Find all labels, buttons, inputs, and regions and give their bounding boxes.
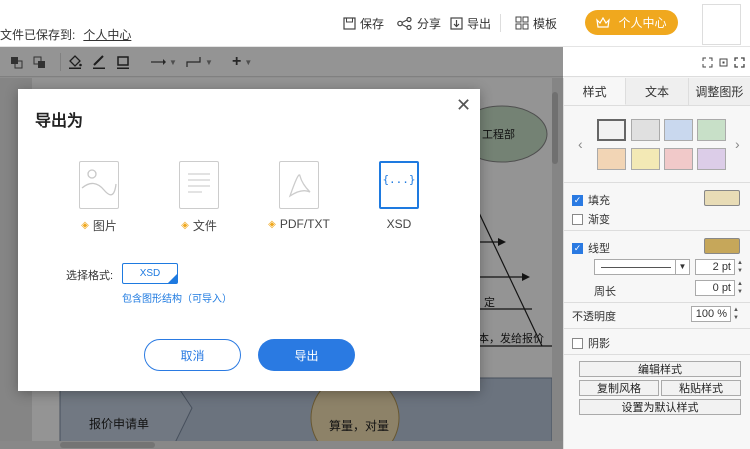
style-swatch-3[interactable] bbox=[664, 119, 693, 141]
save-icon bbox=[343, 16, 356, 30]
shadow-label: 阴影 bbox=[588, 338, 610, 350]
template-label: 模板 bbox=[533, 16, 558, 31]
top-bar: 文件已保存到: 个人中心 保存 分享 导出 模板 个人中心 bbox=[0, 0, 750, 47]
save-button[interactable]: 保存 bbox=[343, 14, 384, 32]
panel-tabs: 样式 文本 调整图形 bbox=[564, 78, 750, 106]
export-dialog: 导出为 ✕ ◈ 图片 ◈ 文件 ◈ PDF/TXT {...} XSD 选择格式… bbox=[18, 89, 480, 391]
xsd-file-icon: {...} bbox=[379, 161, 419, 209]
export-button[interactable]: 导出 bbox=[258, 339, 355, 371]
share-icon bbox=[397, 16, 412, 30]
line-checkbox[interactable]: ✓ bbox=[572, 242, 583, 254]
fill-checkbox-row[interactable]: ✓ 填充 bbox=[572, 192, 610, 208]
gradient-checkbox-row[interactable]: 渐变 bbox=[572, 211, 610, 227]
style-swatch-8[interactable] bbox=[697, 148, 726, 170]
chevron-down-icon: ▼ bbox=[675, 260, 689, 274]
save-status-label: 文件已保存到: bbox=[0, 28, 76, 42]
template-button[interactable]: 模板 bbox=[515, 14, 557, 32]
tab-adjust-shape[interactable]: 调整图形 bbox=[688, 78, 750, 105]
document-file-icon bbox=[179, 161, 219, 209]
chevron-left-icon[interactable]: ‹ bbox=[578, 136, 583, 152]
shadow-checkbox[interactable] bbox=[572, 337, 583, 349]
shadow-checkbox-row[interactable]: 阴影 bbox=[572, 335, 610, 351]
opacity-stepper[interactable]: ▲ ▼ bbox=[732, 306, 740, 322]
pdf-file-icon bbox=[279, 161, 319, 209]
opacity-input[interactable]: 100 % bbox=[691, 306, 731, 322]
panel-divider bbox=[564, 230, 750, 231]
cancel-button[interactable]: 取消 bbox=[144, 339, 241, 371]
selected-check-icon bbox=[168, 274, 177, 283]
fill-checkbox[interactable]: ✓ bbox=[572, 194, 583, 206]
fullscreen-icon[interactable] bbox=[734, 53, 745, 71]
option-label: 文件 bbox=[192, 219, 217, 233]
template-grid-icon bbox=[515, 16, 529, 30]
format-hint: 包含图形结构（可导入） bbox=[122, 294, 232, 305]
panel-divider bbox=[564, 182, 750, 183]
export-icon bbox=[450, 16, 463, 30]
line-pattern-select[interactable]: ▼ bbox=[594, 259, 690, 275]
line-width-input[interactable]: 2 pt bbox=[695, 259, 735, 275]
perimeter-stepper[interactable]: ▲ ▼ bbox=[736, 280, 744, 296]
edit-style-button[interactable]: 编辑样式 bbox=[579, 361, 741, 377]
crown-icon bbox=[596, 17, 611, 28]
option-label: PDF/TXT bbox=[279, 217, 330, 231]
chevron-right-icon[interactable]: › bbox=[735, 136, 740, 152]
personal-center-link[interactable]: 个人中心 bbox=[83, 28, 131, 42]
style-swatch-6[interactable] bbox=[631, 148, 660, 170]
panel-divider bbox=[564, 354, 750, 355]
gradient-label: 渐变 bbox=[588, 214, 610, 226]
format-label: 选择格式: bbox=[66, 270, 114, 282]
save-label: 保存 bbox=[360, 16, 385, 31]
panel-divider bbox=[564, 302, 750, 303]
dialog-title: 导出为 bbox=[35, 113, 84, 130]
xsd-icon-text: {...} bbox=[382, 173, 416, 186]
style-swatch-2[interactable] bbox=[631, 119, 660, 141]
perimeter-label: 周长 bbox=[594, 286, 616, 298]
perimeter-input[interactable]: 0 pt bbox=[695, 280, 735, 296]
option-label: 图片 bbox=[92, 219, 117, 233]
panel-divider bbox=[564, 328, 750, 329]
style-swatch-5[interactable] bbox=[597, 148, 626, 170]
format-value: XSD bbox=[139, 268, 161, 279]
close-icon[interactable]: ✕ bbox=[456, 95, 471, 116]
share-button[interactable]: 分享 bbox=[397, 14, 441, 32]
export-option-image[interactable]: ◈ 图片 bbox=[49, 161, 149, 241]
tab-text[interactable]: 文本 bbox=[626, 78, 689, 105]
export-option-document[interactable]: ◈ 文件 bbox=[149, 161, 249, 241]
gradient-checkbox[interactable] bbox=[572, 213, 583, 225]
personal-center-button[interactable]: 个人中心 bbox=[585, 10, 678, 35]
export-option-pdf[interactable]: ◈ PDF/TXT bbox=[249, 161, 349, 241]
image-file-icon bbox=[79, 161, 119, 209]
line-color-picker[interactable] bbox=[704, 238, 740, 254]
opacity-label: 不透明度 bbox=[572, 311, 616, 323]
premium-diamond-icon: ◈ bbox=[181, 220, 189, 231]
share-label: 分享 bbox=[417, 16, 442, 31]
set-default-style-button[interactable]: 设置为默认样式 bbox=[579, 399, 741, 415]
actual-size-icon[interactable] bbox=[718, 53, 729, 71]
style-swatch-7[interactable] bbox=[664, 148, 693, 170]
export-option-xsd[interactable]: {...} XSD bbox=[349, 161, 449, 241]
style-swatch-1[interactable] bbox=[597, 119, 626, 141]
line-width-stepper[interactable]: ▲ ▼ bbox=[736, 259, 744, 275]
paste-style-button[interactable]: 粘贴样式 bbox=[661, 380, 741, 396]
format-option-xsd[interactable]: XSD bbox=[122, 263, 178, 284]
style-swatch-4[interactable] bbox=[697, 119, 726, 141]
personal-center-label: 个人中心 bbox=[618, 16, 667, 30]
line-label: 线型 bbox=[588, 243, 610, 255]
avatar[interactable] bbox=[702, 4, 741, 45]
premium-diamond-icon: ◈ bbox=[81, 220, 89, 231]
line-checkbox-row[interactable]: ✓ 线型 bbox=[572, 240, 610, 256]
toolbar-divider bbox=[500, 14, 501, 32]
copy-style-button[interactable]: 复制风格 bbox=[579, 380, 659, 396]
premium-diamond-icon: ◈ bbox=[268, 218, 276, 230]
option-label: XSD bbox=[386, 217, 412, 231]
fit-screen-icon[interactable] bbox=[702, 53, 713, 71]
save-status: 文件已保存到: 个人中心 bbox=[0, 26, 131, 43]
export-top-button[interactable]: 导出 bbox=[450, 14, 491, 32]
export-label: 导出 bbox=[467, 16, 492, 31]
fill-color-picker[interactable] bbox=[704, 190, 740, 206]
tab-style[interactable]: 样式 bbox=[564, 78, 627, 105]
style-panel: 样式 文本 调整图形 ‹ › ✓ 填充 渐变 ✓ 线型 ▼ 2 pt ▲ ▼ 周长… bbox=[563, 78, 750, 449]
fill-label: 填充 bbox=[588, 195, 610, 207]
